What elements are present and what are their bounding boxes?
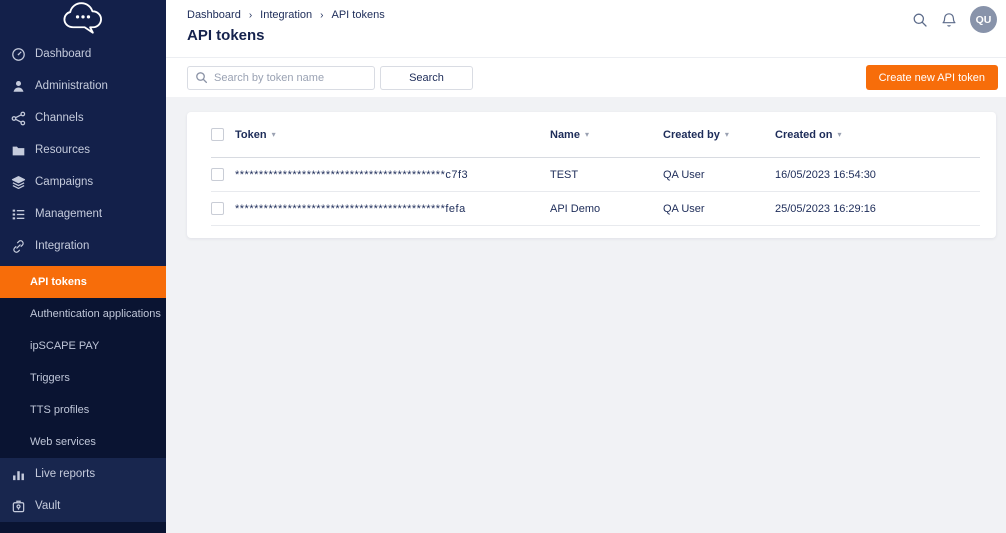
column-header-token[interactable]: Token ▾ (235, 129, 550, 141)
search-button[interactable]: Search (380, 66, 473, 90)
header-actions: QU (912, 6, 997, 33)
select-all-checkbox[interactable] (211, 128, 224, 141)
app-window: Dashboard Administration Channels (0, 0, 1006, 533)
sidebar-subitem-label: ipSCAPE PAY (30, 340, 99, 352)
sidebar-subitem-label: Triggers (30, 372, 70, 384)
sidebar-filler (0, 522, 166, 533)
share-nodes-icon (10, 111, 27, 126)
sidebar-item-channels[interactable]: Channels (0, 102, 166, 134)
logo[interactable] (0, 0, 166, 38)
token-search-input[interactable] (187, 66, 375, 90)
top-header: Dashboard › Integration › API tokens API… (166, 0, 1006, 58)
sort-caret-icon: ▾ (585, 130, 589, 139)
sidebar-item-label: Campaigns (35, 176, 93, 188)
content-area: Token ▾ Name ▾ Created by ▾ Created on ▾ (166, 97, 1006, 533)
sidebar-item-live-reports[interactable]: Live reports (0, 458, 166, 490)
sidebar-footer-section: Live reports Vault (0, 458, 166, 522)
search-icon[interactable] (912, 12, 928, 28)
sidebar-subitem-label: Authentication applications (30, 308, 161, 320)
sidebar-item-administration[interactable]: Administration (0, 70, 166, 102)
sort-caret-icon: ▾ (272, 130, 276, 139)
sidebar-item-campaigns[interactable]: Campaigns (0, 166, 166, 198)
sidebar-item-label: Administration (35, 80, 108, 92)
sidebar-subitem-tts-profiles[interactable]: TTS profiles (0, 394, 166, 426)
sort-caret-icon: ▾ (725, 130, 729, 139)
token-created-on: 16/05/2023 16:54:30 (775, 169, 980, 181)
sidebar-item-label: Live reports (35, 468, 95, 480)
chevron-right-icon: › (249, 10, 252, 21)
search-field-wrap (187, 66, 375, 90)
sidebar-item-vault[interactable]: Vault (0, 490, 166, 522)
breadcrumb: Dashboard › Integration › API tokens (187, 0, 1006, 21)
row-checkbox[interactable] (211, 168, 224, 181)
page-title: API tokens (187, 27, 1006, 44)
row-checkbox[interactable] (211, 202, 224, 215)
sidebar-item-integration[interactable]: Integration (0, 230, 166, 262)
create-new-api-token-button[interactable]: Create new API token (866, 65, 998, 90)
column-header-name[interactable]: Name ▾ (550, 129, 663, 141)
token-name: TEST (550, 169, 663, 181)
gauge-icon (10, 47, 27, 62)
integration-submenu: API tokens Authentication applications i… (0, 266, 166, 458)
sidebar-subitem-label: API tokens (30, 276, 87, 288)
token-created-by: QA User (663, 169, 775, 181)
sidebar-item-label: Dashboard (35, 48, 91, 60)
breadcrumb-api-tokens[interactable]: API tokens (332, 9, 385, 21)
sidebar-item-resources[interactable]: Resources (0, 134, 166, 166)
sidebar-subitem-web-services[interactable]: Web services (0, 426, 166, 458)
token-value: ****************************************… (235, 203, 550, 215)
column-header-created-by[interactable]: Created by ▾ (663, 129, 775, 141)
sidebar-subitem-authentication-applications[interactable]: Authentication applications (0, 298, 166, 330)
main-area: Dashboard › Integration › API tokens API… (166, 0, 1006, 533)
toolbar: Search Create new API token (166, 58, 1006, 97)
user-avatar[interactable]: QU (970, 6, 997, 33)
sidebar-item-management[interactable]: Management (0, 198, 166, 230)
sidebar-subitem-label: Web services (30, 436, 96, 448)
sidebar: Dashboard Administration Channels (0, 0, 166, 533)
folder-icon (10, 143, 27, 158)
list-icon (10, 207, 27, 222)
sort-caret-icon: ▾ (837, 130, 841, 139)
sidebar-item-label: Vault (35, 500, 60, 512)
sidebar-item-label: Resources (35, 144, 90, 156)
bar-chart-icon (10, 467, 27, 482)
bell-icon[interactable] (941, 12, 957, 28)
sidebar-item-label: Management (35, 208, 102, 220)
sidebar-item-label: Channels (35, 112, 84, 124)
sidebar-subitem-api-tokens[interactable]: API tokens (0, 266, 166, 298)
sidebar-subitem-ipscape-pay[interactable]: ipSCAPE PAY (0, 330, 166, 362)
api-tokens-table-card: Token ▾ Name ▾ Created by ▾ Created on ▾ (187, 112, 996, 238)
breadcrumb-dashboard[interactable]: Dashboard (187, 9, 241, 21)
sidebar-top-section: Dashboard Administration Channels (0, 0, 166, 266)
sidebar-subitem-triggers[interactable]: Triggers (0, 362, 166, 394)
sidebar-item-label: Integration (35, 240, 89, 252)
cloud-speech-logo-icon (55, 1, 111, 41)
sidebar-item-dashboard[interactable]: Dashboard (0, 38, 166, 70)
chevron-right-icon: › (320, 10, 323, 21)
person-icon (10, 79, 27, 94)
table-row[interactable]: ****************************************… (211, 158, 980, 192)
token-name: API Demo (550, 203, 663, 215)
token-value: ****************************************… (235, 169, 550, 181)
table-row[interactable]: ****************************************… (211, 192, 980, 226)
token-created-on: 25/05/2023 16:29:16 (775, 203, 980, 215)
token-created-by: QA User (663, 203, 775, 215)
link-icon (10, 239, 27, 254)
column-header-created-on[interactable]: Created on ▾ (775, 129, 980, 141)
table-header-row: Token ▾ Name ▾ Created by ▾ Created on ▾ (211, 112, 980, 158)
breadcrumb-integration[interactable]: Integration (260, 9, 312, 21)
layers-icon (10, 175, 27, 190)
sidebar-subitem-label: TTS profiles (30, 404, 89, 416)
vault-icon (10, 499, 27, 514)
